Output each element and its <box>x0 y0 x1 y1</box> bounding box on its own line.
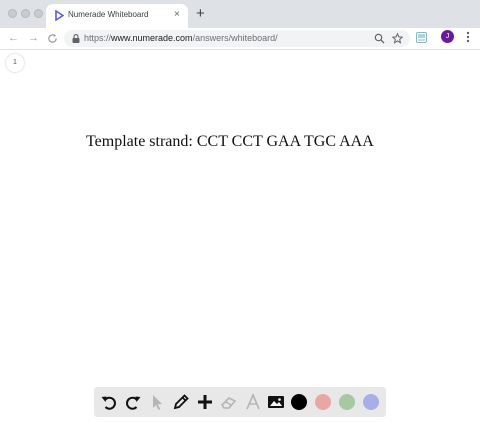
profile-avatar[interactable]: J <box>441 30 454 43</box>
reload-icon[interactable] <box>47 33 58 44</box>
browser-toolbar: ← → https://www.numerade.com/answers/whi… <box>0 28 480 50</box>
new-tab-button[interactable]: + <box>196 5 205 23</box>
redo-icon[interactable] <box>124 393 142 411</box>
lock-icon <box>72 34 80 43</box>
add-icon[interactable] <box>196 393 214 411</box>
url-host: www.numerade.com <box>111 33 193 43</box>
numerade-logo-icon <box>55 10 64 21</box>
forward-button[interactable]: → <box>28 31 39 45</box>
select-pointer-icon[interactable] <box>148 393 166 411</box>
color-swatch-green[interactable] <box>339 394 355 410</box>
image-icon[interactable] <box>267 393 285 411</box>
extension-icon[interactable] <box>416 32 427 43</box>
close-window-button[interactable] <box>8 9 17 18</box>
eraser-icon[interactable] <box>220 393 238 411</box>
pen-icon[interactable] <box>172 393 190 411</box>
kebab-menu-icon[interactable] <box>466 31 470 43</box>
url-scheme: https:// <box>84 33 112 43</box>
color-swatch-blue[interactable] <box>363 394 379 410</box>
tab-title: Numerade Whiteboard <box>68 10 149 19</box>
page-number-badge[interactable]: 1 <box>6 54 24 72</box>
tab-close-icon[interactable]: × <box>174 8 180 22</box>
back-button[interactable]: ← <box>8 31 19 45</box>
whiteboard-text: Template strand: CCT CCT GAA TGC AAA <box>86 133 374 150</box>
color-swatch-pink[interactable] <box>315 394 331 410</box>
tab-strip: Numerade Whiteboard × + <box>0 0 480 28</box>
color-swatch-black[interactable] <box>291 394 307 410</box>
zoom-search-icon[interactable] <box>374 33 385 44</box>
url-path: /answers/whiteboard/ <box>192 33 278 43</box>
url-text[interactable]: https://www.numerade.com/answers/whitebo… <box>84 33 278 43</box>
bookmark-star-icon[interactable] <box>392 33 403 44</box>
browser-tab[interactable]: Numerade Whiteboard × <box>46 4 188 28</box>
address-bar[interactable]: https://www.numerade.com/answers/whitebo… <box>64 30 410 47</box>
minimize-window-button[interactable] <box>21 9 30 18</box>
drawing-toolbar <box>94 387 386 417</box>
undo-icon[interactable] <box>100 393 118 411</box>
zoom-window-button[interactable] <box>34 9 43 18</box>
text-tool-icon[interactable] <box>244 393 262 411</box>
